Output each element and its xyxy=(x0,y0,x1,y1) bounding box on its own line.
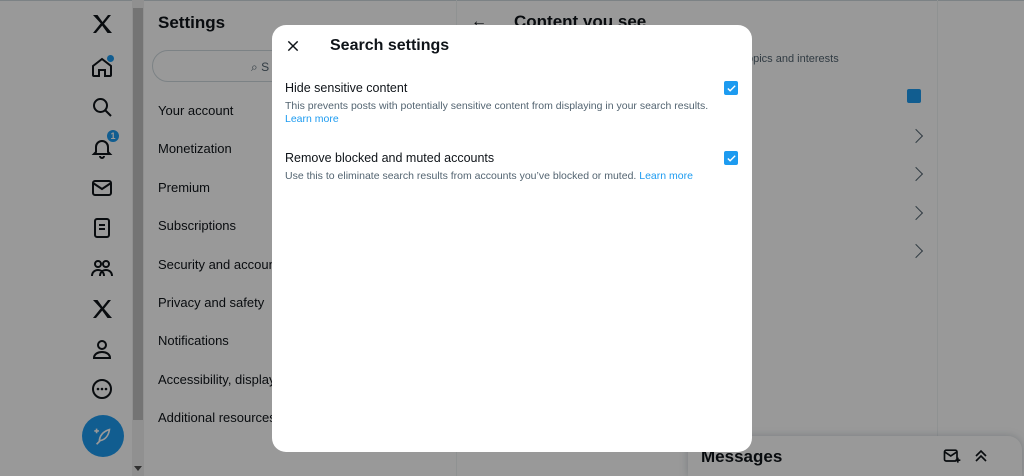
option-label: Hide sensitive content xyxy=(285,81,408,95)
dialog-title: Search settings xyxy=(330,37,450,54)
option-description: This prevents posts with potentially sen… xyxy=(285,100,709,125)
hide-sensitive-checkbox[interactable] xyxy=(724,81,738,95)
option-description: Use this to eliminate search results fro… xyxy=(285,170,693,182)
close-icon xyxy=(287,40,299,52)
option-remove-blocked: Remove blocked and muted accounts Use th… xyxy=(285,151,725,183)
checkmark-icon xyxy=(726,154,736,162)
checkmark-icon xyxy=(726,84,736,92)
close-button[interactable] xyxy=(282,35,304,57)
learn-more-link[interactable]: Learn more xyxy=(639,170,693,182)
option-hide-sensitive: Hide sensitive content This prevents pos… xyxy=(285,81,725,126)
remove-blocked-checkbox[interactable] xyxy=(724,151,738,165)
learn-more-link[interactable]: Learn more xyxy=(285,113,339,125)
option-label: Remove blocked and muted accounts xyxy=(285,151,495,165)
search-settings-dialog: Search settings Hide sensitive content T… xyxy=(272,25,752,452)
